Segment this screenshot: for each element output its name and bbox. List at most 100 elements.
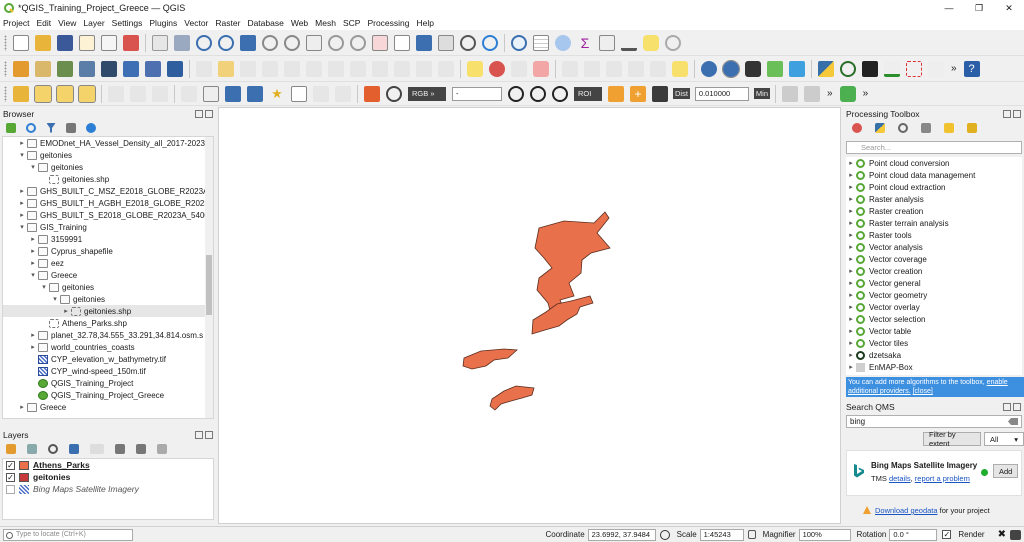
green-search-icon[interactable] bbox=[839, 85, 856, 102]
browser-tree[interactable]: ▸ EMODnet_HA_Vessel_Density_all_2017-2023… bbox=[2, 136, 214, 419]
layer-visibility-checkbox[interactable]: ✓ bbox=[6, 472, 15, 482]
browser-item[interactable]: ▾ geitonies bbox=[3, 149, 213, 161]
toolbox-provider-item[interactable]: ▸ Vector geometry bbox=[846, 289, 1022, 301]
roi-pin-icon[interactable] bbox=[608, 85, 624, 102]
scp-search-icon[interactable] bbox=[552, 85, 568, 102]
layers-list[interactable]: ✓ Athens_Parks ✓ geitonies Bing Maps Satelli… bbox=[2, 458, 214, 520]
expand-arrow-right-icon[interactable]: ▸ bbox=[28, 331, 38, 339]
expand-arrow-right-icon[interactable]: ▸ bbox=[846, 327, 856, 335]
expand-arrow-right-icon[interactable]: ▸ bbox=[28, 235, 38, 243]
open-project-icon[interactable] bbox=[35, 34, 51, 51]
node-tool-icon[interactable] bbox=[247, 85, 263, 102]
close-panel-icon[interactable] bbox=[205, 109, 213, 118]
new-geopackage-icon[interactable] bbox=[167, 60, 183, 77]
pan-map-icon[interactable] bbox=[152, 34, 168, 51]
browser-item[interactable]: ▸ GHS_BUILT_C_MSZ_E2018_GLOBE_R2023A_5 bbox=[3, 185, 213, 197]
roi-options-icon[interactable] bbox=[652, 85, 668, 102]
scale-lock-icon[interactable] bbox=[747, 530, 756, 539]
browser-item[interactable]: QGIS_Training_Project bbox=[3, 377, 213, 389]
expand-arrow-right-icon[interactable]: ▸ bbox=[846, 183, 856, 191]
rgb-combo[interactable]: RGB » bbox=[408, 86, 446, 101]
scale-field[interactable]: 1:45243 bbox=[699, 528, 744, 541]
expand-arrow-right-icon[interactable]: ▸ bbox=[28, 247, 38, 255]
map-canvas[interactable] bbox=[218, 107, 841, 524]
copy-features-icon[interactable] bbox=[372, 60, 388, 77]
open-attribute-table-icon[interactable] bbox=[533, 34, 549, 51]
save-edits-icon[interactable] bbox=[240, 60, 256, 77]
toolbar-overflow-chevron-icon[interactable]: » bbox=[863, 88, 869, 99]
processing-gear-icon[interactable] bbox=[555, 34, 571, 51]
expand-arrow-right-icon[interactable]: ▸ bbox=[846, 291, 856, 299]
add-service-button[interactable]: Add bbox=[993, 464, 1019, 478]
menu-web[interactable]: Web bbox=[291, 18, 308, 28]
expand-arrow-right-icon[interactable]: ▸ bbox=[17, 139, 27, 147]
pan-to-selection-icon[interactable] bbox=[174, 34, 190, 51]
expand-arrow-right-icon[interactable]: ▸ bbox=[17, 199, 27, 207]
refresh-icon[interactable] bbox=[26, 122, 36, 133]
expand-arrow-down-icon[interactable]: ▾ bbox=[28, 163, 38, 171]
toolbar-grip[interactable] bbox=[4, 60, 7, 77]
close-button[interactable]: ✕ bbox=[994, 0, 1024, 16]
collapse-all-icon[interactable] bbox=[136, 443, 146, 454]
collapse-all-icon[interactable] bbox=[66, 122, 76, 133]
osm-icon[interactable] bbox=[767, 60, 783, 77]
scrollbar-thumb[interactable] bbox=[206, 255, 212, 315]
add-circular-string-icon[interactable] bbox=[130, 85, 146, 102]
vertex-tool-icon[interactable] bbox=[306, 60, 322, 77]
identify-features-icon[interactable] bbox=[511, 34, 527, 51]
digitize-line-icon[interactable] bbox=[262, 60, 278, 77]
toolbox-provider-item[interactable]: ▸ Vector table bbox=[846, 325, 1022, 337]
toolbox-provider-item[interactable]: ▸ Vector tiles bbox=[846, 337, 1022, 349]
select-location-icon[interactable] bbox=[203, 85, 219, 102]
add-virtual-layer-icon[interactable] bbox=[123, 60, 139, 77]
menu-view[interactable]: View bbox=[58, 18, 76, 28]
coordinate-toggle-icon[interactable] bbox=[659, 529, 670, 540]
form-annotation-icon[interactable] bbox=[335, 85, 351, 102]
redo-icon[interactable] bbox=[438, 60, 454, 77]
scp-toolbar-icon[interactable] bbox=[782, 85, 799, 102]
float-panel-icon[interactable] bbox=[1003, 109, 1011, 118]
star-icon[interactable]: ★ bbox=[269, 86, 285, 102]
expand-arrow-right-icon[interactable]: ▸ bbox=[61, 307, 71, 315]
menu-settings[interactable]: Settings bbox=[112, 18, 143, 28]
browser-item[interactable]: ▾ geitonies bbox=[3, 161, 213, 173]
digitize-polygon-icon[interactable] bbox=[284, 60, 300, 77]
label-abc-yellow-icon[interactable] bbox=[672, 60, 688, 77]
remove-layer-icon[interactable] bbox=[157, 443, 167, 454]
deselect-all-icon[interactable] bbox=[78, 84, 96, 103]
new-shapefile-icon[interactable] bbox=[145, 60, 161, 77]
new-map-view-icon[interactable] bbox=[372, 34, 388, 51]
expression-filter-icon[interactable] bbox=[90, 443, 104, 454]
dist-input[interactable]: 0.010000 bbox=[694, 86, 749, 101]
label-style-icon[interactable] bbox=[181, 85, 197, 102]
expand-arrow-down-icon[interactable]: ▾ bbox=[28, 271, 38, 279]
close-panel-icon[interactable] bbox=[205, 430, 213, 439]
browser-item[interactable]: Athens_Parks.shp bbox=[3, 317, 213, 329]
add-delimited-text-icon[interactable] bbox=[79, 60, 95, 77]
zoom-out-icon[interactable] bbox=[218, 34, 234, 51]
layer-row[interactable]: ✓ geitonies bbox=[3, 471, 213, 483]
toolbox-provider-item[interactable]: ▸ Raster terrain analysis bbox=[846, 217, 1022, 229]
menu-help[interactable]: Help bbox=[417, 18, 434, 28]
clear-search-icon[interactable] bbox=[1008, 418, 1018, 425]
expand-arrow-right-icon[interactable]: ▸ bbox=[846, 231, 856, 239]
layer-visibility-checkbox[interactable]: ✓ bbox=[6, 460, 15, 470]
toolbox-provider-item[interactable]: ▸ Raster analysis bbox=[846, 193, 1022, 205]
expand-arrow-right-icon[interactable]: ▸ bbox=[846, 315, 856, 323]
menu-scp[interactable]: SCP bbox=[343, 18, 360, 28]
sum-statistics-icon[interactable]: Σ bbox=[577, 35, 593, 51]
add-selected-layers-icon[interactable] bbox=[6, 122, 16, 133]
toolbox-provider-item[interactable]: ▸ dzetsaka bbox=[846, 349, 1022, 361]
menu-vector[interactable]: Vector bbox=[184, 18, 208, 28]
layer-row[interactable]: Bing Maps Satellite Imagery bbox=[3, 483, 213, 495]
expand-arrow-right-icon[interactable]: ▸ bbox=[846, 195, 856, 203]
expand-arrow-right-icon[interactable]: ▸ bbox=[17, 403, 27, 411]
new-print-layout-icon[interactable] bbox=[79, 34, 95, 51]
browser-item[interactable]: ▾ geitonies bbox=[3, 293, 213, 305]
menu-plugins[interactable]: Plugins bbox=[149, 18, 177, 28]
highlight-labels-icon[interactable] bbox=[533, 60, 549, 77]
new-3d-map-view-icon[interactable] bbox=[394, 34, 410, 51]
toolbox-provider-item[interactable]: ▸ Vector coverage bbox=[846, 253, 1022, 265]
browser-item[interactable]: ▸ Cyprus_shapefile bbox=[3, 245, 213, 257]
scp-magnifier-icon[interactable] bbox=[508, 85, 524, 102]
